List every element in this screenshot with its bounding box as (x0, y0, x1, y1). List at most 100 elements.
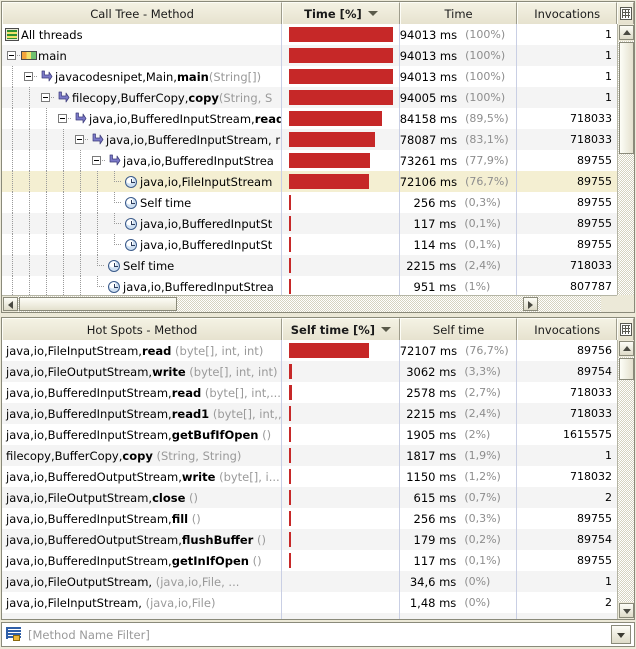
method-cell[interactable]: java,io,BufferedInputSt (2, 213, 283, 234)
invocations-value: 89755 (577, 175, 612, 188)
method-cell[interactable]: javacodesnipet,Main,main (String[]) (2, 66, 283, 87)
self-time-percent-bar (282, 466, 400, 488)
scroll-thumb[interactable] (619, 42, 634, 154)
call-tree-row[interactable]: filecopy,BufferCopy, copy (String, S 94005… (2, 87, 617, 108)
column-header-hot-spots-method[interactable]: Hot Spots - Method (2, 318, 283, 341)
scroll-down-button[interactable] (619, 603, 634, 618)
method-cell[interactable]: java,io,BufferedInputStream,getInIfOpen … (2, 550, 283, 572)
hot-spots-vertical-scrollbar[interactable] (617, 340, 634, 619)
call-tree-row[interactable]: java,io,BufferedInputSt 114 ms (0,1%) 89755 (2, 234, 617, 255)
method-cell[interactable]: java,io,FileOutputStream, (java,io,File,… (2, 571, 283, 593)
time-percent: (89,5%) (465, 112, 509, 125)
method-args: () (249, 553, 262, 568)
tree-collapse-toggle[interactable] (21, 66, 38, 87)
hot-spots-row[interactable]: java,io,FileOutputStream,write (byte[], … (2, 361, 617, 383)
call-tree-row[interactable]: java,io,FileInputStream 72106 ms (76,7%) 89… (2, 171, 617, 192)
hot-spots-row[interactable]: java,io,BufferedInputStream,fill () 256 m… (2, 508, 617, 530)
time-cell: 2215 ms (2,4%) (400, 255, 518, 276)
hot-spots-row[interactable]: javacodesnipet,Main,main (String[]) 0,527… (2, 613, 617, 619)
hot-spots-row[interactable]: java,io,BufferedInputStream,read1 (byte[… (2, 403, 617, 425)
filter-input[interactable]: [Method Name Filter] (24, 628, 611, 642)
method-cell[interactable]: Self time (2, 255, 283, 276)
scroll-track[interactable] (618, 357, 634, 602)
bar-fill (289, 27, 394, 42)
call-tree-horizontal-scrollbar[interactable] (2, 295, 617, 313)
scroll-thumb[interactable] (19, 297, 177, 312)
call-tree-row[interactable]: All threads 94013 ms (100%) 1 (2, 24, 617, 45)
hot-spots-row[interactable]: java,io,BufferedInputStream,getBufIfOpen… (2, 424, 617, 446)
hot-spots-row[interactable]: java,io,BufferedInputStream,getInIfOpen … (2, 550, 617, 572)
method-cell[interactable]: Self time (2, 192, 283, 213)
method-cell[interactable]: filecopy,BufferCopy, copy (String, S (2, 87, 283, 108)
method-cell[interactable]: java,io,BufferedInputStream,read (byte[]… (2, 382, 283, 404)
call-tree-row[interactable]: java,io,BufferedInputStream, r 78087 ms (8… (2, 129, 617, 150)
invocations-cell: 1 (517, 571, 617, 592)
call-tree-vertical-scrollbar[interactable] (617, 24, 634, 313)
column-chooser-button[interactable] (617, 318, 634, 341)
call-tree-row[interactable]: java,io,BufferedInputStrea 73261 ms (77,9%… (2, 150, 617, 171)
column-chooser-button[interactable] (617, 2, 634, 24)
column-header-invocations[interactable]: Invocations (517, 318, 618, 341)
clock-icon (106, 276, 123, 297)
hot-spots-row[interactable]: java,io,FileOutputStream,close () 615 ms (… (2, 487, 617, 509)
method-cell[interactable]: java,io,BufferedInputStream, read (2, 108, 283, 129)
method-cell[interactable]: java,io,BufferedOutputStream,flushBuffer… (2, 529, 283, 551)
hot-spots-row[interactable]: java,io,FileInputStream, (java,io,File) 1… (2, 592, 617, 614)
tree-collapse-toggle[interactable] (55, 108, 72, 129)
call-tree-row[interactable]: Self time 256 ms (0,3%) 89755 (2, 192, 617, 213)
hot-spots-row[interactable]: java,io,FileOutputStream, (java,io,File,… (2, 571, 617, 593)
column-header-self-time-percent[interactable]: Self time [%] (282, 318, 400, 341)
scroll-left-button[interactable] (3, 297, 18, 312)
hot-spots-row[interactable]: java,io,BufferedOutputStream,write (byte… (2, 466, 617, 488)
method-cell[interactable]: java,io,BufferedInputStream,read1 (byte[… (2, 403, 283, 425)
method-cell[interactable]: java,io,BufferedInputStream,fill () (2, 508, 283, 530)
column-header-invocations[interactable]: Invocations (517, 2, 618, 24)
method-cell[interactable]: java,io,BufferedInputStream, r (2, 129, 283, 150)
method-cell[interactable]: java,io,FileInputStream, (java,io,File) (2, 592, 283, 614)
method-cell[interactable]: java,io,BufferedOutputStream,write (byte… (2, 466, 283, 488)
method-cell[interactable]: java,io,BufferedInputStrea (2, 150, 283, 171)
call-tree-row[interactable]: java,io,BufferedInputStream, read 84158 ms… (2, 108, 617, 129)
method-cell[interactable]: main (2, 45, 283, 66)
scroll-up-button[interactable] (619, 25, 634, 40)
method-name-filter-bar[interactable]: [Method Name Filter] (1, 622, 635, 647)
method-cell[interactable]: java,io,FileInputStream,read (byte[], in… (2, 340, 283, 362)
column-header-time-percent[interactable]: Time [%] (282, 2, 400, 24)
method-cell[interactable]: All threads (2, 24, 283, 45)
column-header-call-tree-method[interactable]: Call Tree - Method (2, 2, 283, 24)
call-tree-row[interactable]: main 94013 ms (100%) 1 (2, 45, 617, 66)
call-tree-row[interactable]: java,io,BufferedInputStrea 951 ms (1%) 8077… (2, 276, 617, 297)
filter-dropdown-button[interactable] (611, 625, 631, 644)
tree-collapse-toggle[interactable] (4, 45, 21, 66)
time-cell: 179 ms (0,2%) (400, 529, 518, 551)
method-cell[interactable]: java,io,BufferedInputStream,getBufIfOpen… (2, 424, 283, 446)
method-cell[interactable]: filecopy,BufferCopy,copy (String, String… (2, 445, 283, 467)
hot-spots-row[interactable]: filecopy,BufferCopy,copy (String, String… (2, 445, 617, 467)
tree-collapse-toggle[interactable] (72, 129, 89, 150)
tree-collapse-toggle[interactable] (89, 150, 106, 171)
clock-icon (106, 255, 123, 276)
scroll-right-button[interactable] (523, 297, 538, 312)
method-cell[interactable]: java,io,FileOutputStream,write (byte[], … (2, 361, 283, 383)
method-cell[interactable]: java,io,BufferedInputStrea (2, 276, 283, 297)
method-cell[interactable]: java,io,FileInputStream (2, 171, 283, 192)
time-percent: (0,7%) (464, 491, 501, 505)
hot-spots-row[interactable]: java,io,BufferedOutputStream,flushBuffer… (2, 529, 617, 551)
call-tree-row[interactable]: Self time 2215 ms (2,4%) 718033 (2, 255, 617, 276)
scroll-thumb[interactable] (619, 358, 634, 381)
bar-fill (289, 427, 292, 443)
method-cell[interactable]: javacodesnipet,Main,main (String[]) (2, 613, 283, 619)
tree-indent (55, 192, 72, 213)
time-value: 615 ms (413, 490, 457, 505)
hot-spots-row[interactable]: java,io,BufferedInputStream,read (byte[]… (2, 382, 617, 404)
method-args: () (185, 490, 199, 505)
column-header-self-time[interactable]: Self time (399, 318, 518, 341)
scroll-up-button[interactable] (619, 341, 634, 357)
method-cell[interactable]: java,io,BufferedInputSt (2, 234, 283, 255)
hot-spots-row[interactable]: java,io,FileInputStream,read (byte[], in… (2, 340, 617, 362)
call-tree-row[interactable]: javacodesnipet,Main, main (String[]) 94013… (2, 66, 617, 87)
tree-collapse-toggle[interactable] (38, 87, 55, 108)
column-header-time[interactable]: Time (399, 2, 518, 24)
method-cell[interactable]: java,io,FileOutputStream,close () (2, 487, 283, 509)
call-tree-row[interactable]: java,io,BufferedInputSt 117 ms (0,1%) 89755 (2, 213, 617, 234)
